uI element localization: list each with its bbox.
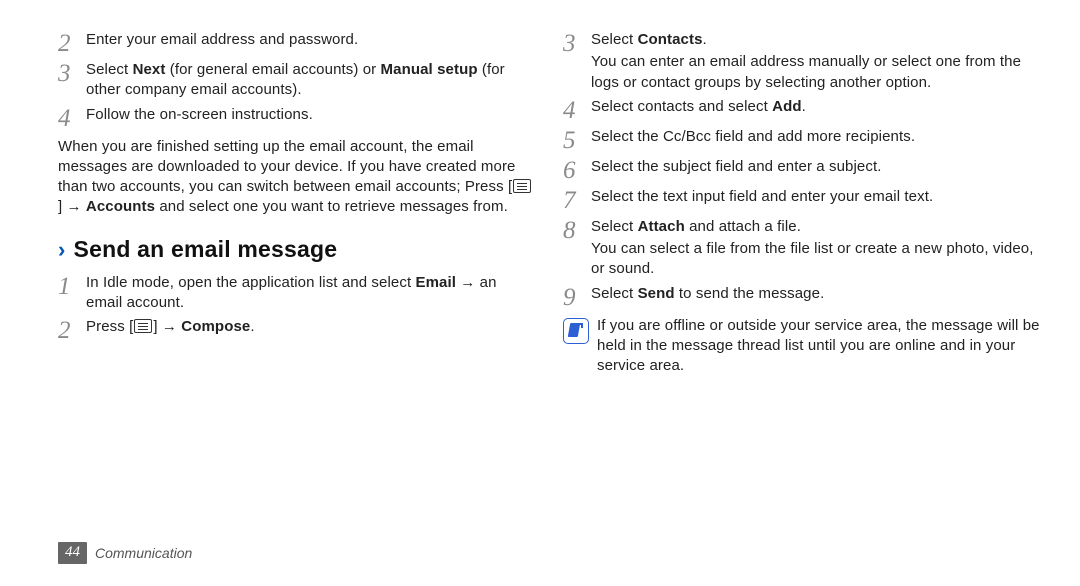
left-step-2: 2 Enter your email address and password. xyxy=(58,30,535,56)
bold-compose: Compose xyxy=(181,318,250,335)
text: Select xyxy=(86,61,133,78)
left-step-3: 3 Select Next (for general email account… xyxy=(58,60,535,101)
text: ] → xyxy=(58,198,86,215)
step-number: 1 xyxy=(58,273,86,299)
step-text: Select the text input field and enter yo… xyxy=(591,187,1040,207)
bold-manual-setup: Manual setup xyxy=(381,61,478,78)
text: and select one you want to retrieve mess… xyxy=(155,198,508,215)
bold-add: Add xyxy=(772,98,801,115)
text: In Idle mode, open the application list … xyxy=(86,274,415,291)
right-step-6: 6 Select the subject field and enter a s… xyxy=(563,157,1040,183)
chevron-right-icon: › xyxy=(58,239,66,261)
page-number-badge: 44 xyxy=(58,542,87,564)
right-step-5: 5 Select the Cc/Bcc field and add more r… xyxy=(563,127,1040,153)
step-number: 4 xyxy=(563,97,591,123)
footer-section-name: Communication xyxy=(95,545,192,561)
text: to send the message. xyxy=(675,285,825,302)
text: . xyxy=(250,318,254,335)
step-number: 8 xyxy=(563,217,591,243)
note-icon xyxy=(563,318,589,344)
step-text: Follow the on-screen instructions. xyxy=(86,105,535,125)
text: Select contacts and select xyxy=(591,98,772,115)
step-subtext: You can enter an email address manually … xyxy=(591,52,1040,93)
bold-next: Next xyxy=(133,61,166,78)
right-step-3: 3 Select Contacts. You can enter an emai… xyxy=(563,30,1040,93)
step-number: 2 xyxy=(58,30,86,56)
manual-page: 2 Enter your email address and password.… xyxy=(0,0,1080,586)
step-text: Select Send to send the message. xyxy=(591,284,1040,304)
bold-accounts: Accounts xyxy=(86,198,155,215)
step-text: In Idle mode, open the application list … xyxy=(86,273,535,314)
text: Press [ xyxy=(86,318,133,335)
left-paragraph: When you are finished setting up the ema… xyxy=(58,137,535,218)
page-footer: 44 Communication xyxy=(58,542,192,564)
text: Select xyxy=(591,285,638,302)
send-step-1: 1 In Idle mode, open the application lis… xyxy=(58,273,535,314)
left-step-4: 4 Follow the on-screen instructions. xyxy=(58,105,535,131)
bold-contacts: Contacts xyxy=(638,31,703,48)
two-column-layout: 2 Enter your email address and password.… xyxy=(58,30,1040,376)
step-number: 2 xyxy=(58,317,86,343)
bold-attach: Attach xyxy=(638,218,685,235)
bold-send: Send xyxy=(638,285,675,302)
text: (for general email accounts) or xyxy=(165,61,380,78)
right-step-4: 4 Select contacts and select Add. xyxy=(563,97,1040,123)
send-step-2: 2 Press [ ] → Compose. xyxy=(58,317,535,343)
bold-email: Email xyxy=(415,274,456,291)
step-text: Select Attach and attach a file. You can… xyxy=(591,217,1040,280)
heading-text: Send an email message xyxy=(74,234,338,265)
step-text: Select the Cc/Bcc field and add more rec… xyxy=(591,127,1040,147)
text: When you are finished setting up the ema… xyxy=(58,138,516,196)
text: and attach a file. xyxy=(685,218,801,235)
text: ] → xyxy=(153,318,181,335)
step-text: Enter your email address and password. xyxy=(86,30,535,50)
right-column: 3 Select Contacts. You can enter an emai… xyxy=(563,30,1040,376)
menu-button-icon xyxy=(134,319,152,333)
step-text: Select Next (for general email accounts)… xyxy=(86,60,535,101)
step-text: Select Contacts. You can enter an email … xyxy=(591,30,1040,93)
section-heading-send-email: › Send an email message xyxy=(58,234,535,265)
left-column: 2 Enter your email address and password.… xyxy=(58,30,535,376)
step-number: 3 xyxy=(58,60,86,86)
right-step-9: 9 Select Send to send the message. xyxy=(563,284,1040,310)
step-text: Select the subject field and enter a sub… xyxy=(591,157,1040,177)
text: Select xyxy=(591,218,638,235)
step-number: 4 xyxy=(58,105,86,131)
step-number: 6 xyxy=(563,157,591,183)
text: . xyxy=(802,98,806,115)
step-number: 7 xyxy=(563,187,591,213)
step-text: Select contacts and select Add. xyxy=(591,97,1040,117)
step-number: 3 xyxy=(563,30,591,56)
text: . xyxy=(703,31,707,48)
step-text: Press [ ] → Compose. xyxy=(86,317,535,337)
step-number: 5 xyxy=(563,127,591,153)
right-step-7: 7 Select the text input field and enter … xyxy=(563,187,1040,213)
step-subtext: You can select a file from the file list… xyxy=(591,239,1040,280)
step-number: 9 xyxy=(563,284,591,310)
menu-button-icon xyxy=(513,179,531,193)
note-callout: If you are offline or outside your servi… xyxy=(563,316,1040,377)
text: Select xyxy=(591,31,638,48)
right-step-8: 8 Select Attach and attach a file. You c… xyxy=(563,217,1040,280)
note-text: If you are offline or outside your servi… xyxy=(597,316,1040,377)
